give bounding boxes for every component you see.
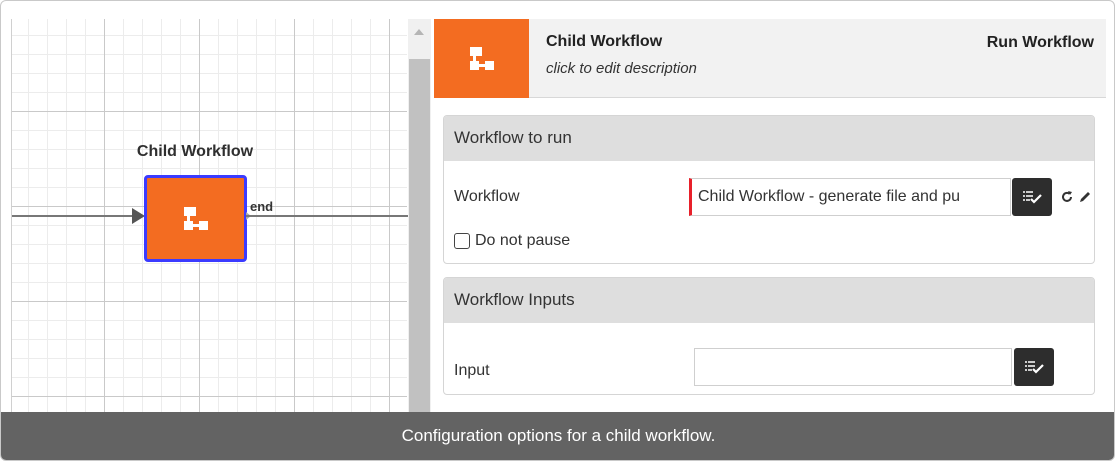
workflow-label: Workflow [454,188,520,205]
do-not-pause-checkbox[interactable] [454,233,470,249]
header-icon-tile [434,19,529,98]
workflow-hierarchy-icon [469,46,494,70]
node-title: Child Workflow [136,143,254,160]
panel-header: Child Workflow click to edit description… [434,19,1106,98]
scroll-thumb[interactable] [409,59,430,412]
refresh-icon[interactable] [1059,188,1075,206]
pencil-icon[interactable] [1077,188,1093,206]
workflow-inputs-section: Workflow Inputs Input [443,277,1095,395]
input-field[interactable] [694,348,1012,386]
properties-panel: Child Workflow click to edit description… [434,19,1106,412]
incoming-connector [12,215,134,217]
caption: Configuration options for a child workfl… [1,412,1114,460]
panel-title: Child Workflow [546,33,663,50]
workflow-canvas[interactable]: Child Workflow end [11,19,408,412]
run-workflow-link[interactable]: Run Workflow [987,34,1094,52]
list-check-icon [1023,191,1042,204]
do-not-pause-label: Do not pause [475,232,571,249]
end-label: end [250,199,274,214]
outgoing-connector [246,215,408,217]
child-workflow-node[interactable] [144,175,247,262]
list-check-icon [1025,361,1044,374]
workflow-field[interactable] [689,178,1011,216]
select-input-button[interactable] [1014,348,1054,386]
screenshot-frame: Child Workflow end Child Workflow click … [0,0,1115,461]
section-header: Workflow Inputs [444,278,1094,323]
select-workflow-button[interactable] [1012,178,1052,216]
section-header: Workflow to run [444,116,1094,161]
do-not-pause-row: Do not pause [454,232,570,250]
input-label: Input [454,362,490,379]
scroll-up-icon[interactable] [414,29,424,35]
workflow-to-run-section: Workflow to run Workflow Child Workflow … [443,115,1095,264]
vertical-scrollbar[interactable] [408,19,431,412]
workflow-hierarchy-icon [183,206,208,230]
edit-description-link[interactable]: click to edit description [546,60,697,77]
